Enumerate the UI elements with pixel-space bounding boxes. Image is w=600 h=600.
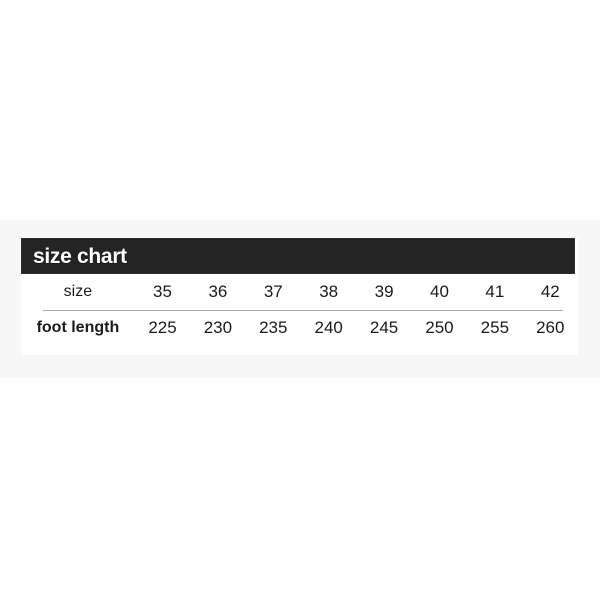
row-label-size: size: [21, 274, 135, 311]
table-row: size 35 36 37 38 39 40 41 42: [21, 274, 578, 311]
table-cell: 35: [134, 274, 191, 311]
size-chart-header: size chart: [21, 238, 575, 274]
table-cell: 42: [522, 274, 578, 311]
table-row: foot length 225 230 235 240 245 250 255 …: [21, 310, 578, 346]
table-cell: 225: [148, 318, 177, 338]
table-cell: 230: [203, 318, 233, 338]
table-cell: 240: [314, 318, 343, 338]
table-cell: 36: [190, 274, 246, 311]
table-cell: 235: [259, 318, 288, 338]
table-cell: 40: [411, 274, 468, 311]
size-chart-card: size chart size 35 36 37 38 39 40 41 42 …: [21, 238, 578, 355]
table-cell: 38: [300, 274, 357, 311]
row-label-foot-length: foot length: [36, 319, 120, 336]
table-cell: 37: [245, 274, 301, 311]
size-chart-title: size chart: [33, 244, 127, 268]
table-cell: 250: [425, 318, 454, 338]
table-cell: 41: [467, 274, 523, 311]
table-cell: 245: [369, 318, 399, 338]
size-chart-table: size 35 36 37 38 39 40 41 42 foot length…: [21, 274, 578, 346]
table-cell: 260: [536, 318, 565, 337]
table-cell: 255: [480, 318, 510, 338]
page-root: size chart size 35 36 37 38 39 40 41 42 …: [0, 0, 600, 600]
table-cell: 39: [356, 274, 412, 311]
